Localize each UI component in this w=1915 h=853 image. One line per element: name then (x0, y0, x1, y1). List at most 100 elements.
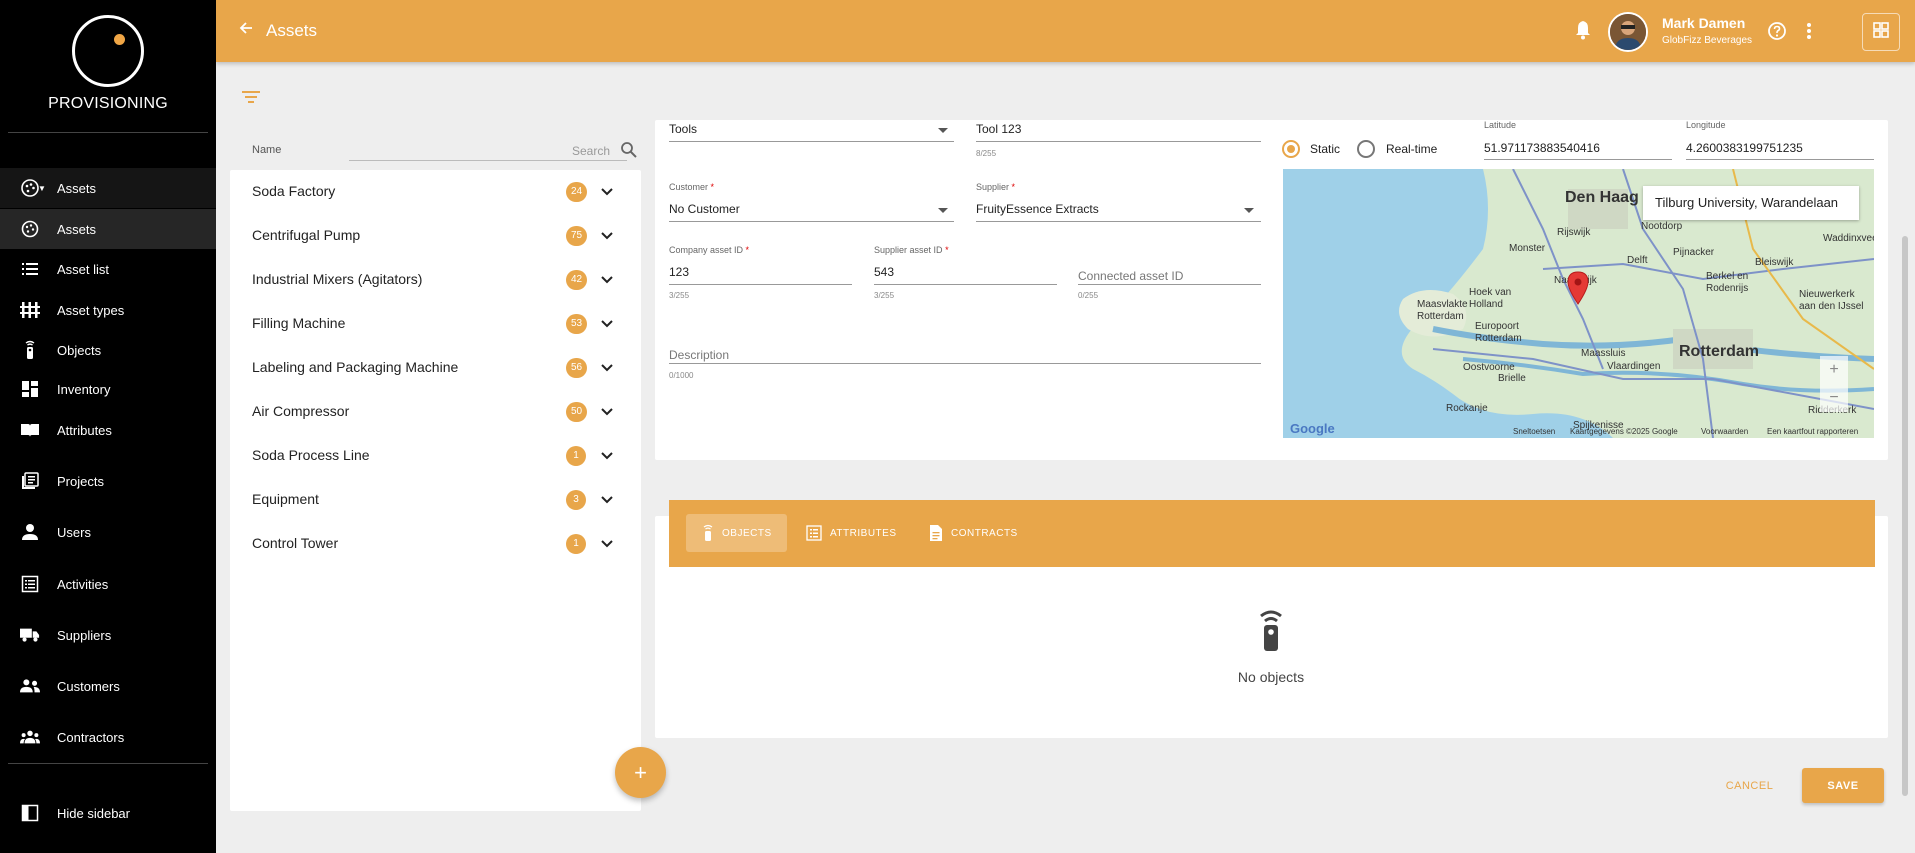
map-label: Rotterdam (1679, 343, 1760, 360)
chevron-down-icon[interactable] (600, 184, 614, 203)
sidebar-item-contractors[interactable]: Contractors (0, 717, 216, 757)
notifications-bell-icon[interactable] (1574, 20, 1592, 45)
realtime-label: Real-time (1386, 142, 1438, 156)
filter-icon[interactable] (242, 90, 260, 109)
company-asset-id-label: Company asset ID * (669, 245, 750, 255)
map-shortcuts-link[interactable]: Sneltoetsen (1513, 427, 1555, 436)
top-bar: Assets Mark Damen GlobFizz Beverages (216, 0, 1915, 62)
sidebar-item-label: Suppliers (57, 627, 112, 643)
help-icon[interactable] (1767, 21, 1787, 46)
apps-grid-icon (1873, 21, 1889, 43)
sidebar-item-suppliers[interactable]: Suppliers (0, 615, 216, 655)
list-item[interactable]: Equipment 3 (230, 478, 641, 522)
sidebar-item-label: Objects (57, 342, 102, 358)
cancel-button[interactable]: CANCEL (1712, 770, 1787, 802)
realtime-radio[interactable] (1357, 140, 1375, 158)
list-item[interactable]: Control Tower 1 (230, 522, 641, 566)
map-place-tooltip: Tilburg University, Warandelaan (1643, 186, 1859, 220)
book-icon (20, 420, 40, 440)
chevron-down-icon[interactable] (600, 360, 614, 379)
receipt-icon (20, 574, 40, 594)
sidebar-item-activities[interactable]: Activities (0, 564, 216, 604)
static-radio[interactable] (1282, 140, 1300, 158)
name-column-header[interactable]: Name (252, 144, 281, 156)
static-label: Static (1310, 142, 1341, 156)
avatar[interactable] (1608, 12, 1648, 52)
chevron-down-icon[interactable] (600, 316, 614, 335)
asset-name: Equipment (252, 491, 319, 507)
chevron-down-icon[interactable] (600, 228, 614, 247)
supplier-label: Supplier * (976, 182, 1016, 192)
asset-name: Soda Factory (252, 183, 336, 199)
divider (8, 132, 208, 133)
tab-objects[interactable]: OBJECTS (686, 514, 787, 552)
scrollbar[interactable] (1902, 236, 1908, 796)
count-badge: 1 (566, 534, 586, 554)
chevron-down-icon[interactable] (600, 448, 614, 467)
count-badge: 1 (566, 446, 586, 466)
map-label: Den Haag (1565, 189, 1639, 206)
map-terms-link[interactable]: Voorwaarden (1701, 427, 1748, 436)
sidebar-item-label: Assets (57, 221, 97, 237)
supplier-asset-id-label: Supplier asset ID * (874, 245, 949, 255)
user-company: GlobFizz Beverages (1662, 35, 1753, 46)
map-label: Maassluis (1581, 348, 1626, 359)
tab-attributes[interactable]: ATTRIBUTES (790, 514, 900, 552)
sidebar-item-projects[interactable]: Projects (0, 461, 216, 501)
map-zoom-control: + − (1820, 356, 1848, 412)
sidebar-item-attributes[interactable]: Attributes (0, 410, 216, 450)
tab-contracts[interactable]: CONTRACTS (913, 514, 1028, 552)
page-title: Assets (266, 21, 318, 40)
app-logo[interactable]: PROVISIONING (0, 15, 216, 113)
sidebar-item-asset-types[interactable]: Asset types (0, 290, 216, 330)
sidebar-group-assets[interactable]: ▼ Assets (0, 168, 216, 208)
customer-value: No Customer (669, 202, 740, 216)
map-data-label: Kaartgegevens ©2025 Google (1570, 427, 1678, 436)
empty-state-text: No objects (1237, 669, 1305, 685)
list-item[interactable]: Filling Machine 53 (230, 302, 641, 346)
asset-name: Air Compressor (252, 403, 350, 419)
zoom-out-button[interactable]: − (1820, 384, 1848, 412)
dashboard-icon (20, 379, 40, 399)
list-item[interactable]: Centrifugal Pump 75 (230, 214, 641, 258)
chevron-down-icon[interactable] (600, 536, 614, 555)
chevron-down-icon[interactable] (600, 492, 614, 511)
list-item[interactable]: Soda Process Line 1 (230, 434, 641, 478)
sidebar-item-objects[interactable]: Objects (0, 330, 216, 370)
zoom-in-button[interactable]: + (1820, 356, 1848, 384)
asset-name: Centrifugal Pump (252, 227, 361, 243)
person-icon (20, 522, 40, 542)
sidebar-item-inventory[interactable]: Inventory (0, 369, 216, 409)
map-report-link[interactable]: Een kaartfout rapporteren (1767, 427, 1858, 436)
map-pin-icon[interactable] (1566, 271, 1590, 310)
add-asset-button[interactable]: + (615, 747, 666, 798)
map-label: Nieuwerkerk aan den IJssel (1799, 289, 1864, 312)
back-arrow-icon[interactable] (238, 20, 254, 41)
save-button[interactable]: SAVE (1802, 768, 1884, 803)
list-item[interactable]: Air Compressor 50 (230, 390, 641, 434)
sidebar-item-users[interactable]: Users (0, 512, 216, 552)
map-label: Brielle (1498, 373, 1526, 384)
dropdown-arrow-icon (938, 208, 948, 213)
search-icon[interactable] (620, 141, 638, 164)
sidebar-item-asset-list[interactable]: Asset list (0, 249, 216, 289)
chevron-down-icon[interactable] (600, 272, 614, 291)
tab-label: OBJECTS (722, 527, 772, 539)
sidebar-item-customers[interactable]: Customers (0, 666, 216, 706)
list-item[interactable]: Labeling and Packaging Machine 56 (230, 346, 641, 390)
sidebar-item-label: Asset types (57, 302, 125, 318)
sidebar-item-label: Users (57, 524, 91, 540)
list-item[interactable]: Soda Factory 24 (230, 170, 641, 214)
more-vert-icon[interactable] (1806, 21, 1812, 46)
asset-name: Soda Process Line (252, 447, 370, 463)
sidebar-item-label: Inventory (57, 381, 111, 397)
count-badge: 24 (566, 182, 588, 202)
chevron-down-icon[interactable] (600, 404, 614, 423)
hide-sidebar-button[interactable]: Hide sidebar (0, 793, 216, 833)
list-item[interactable]: Industrial Mixers (Agitators) 42 (230, 258, 641, 302)
truck-icon (20, 625, 40, 645)
sidebar-item-assets[interactable]: Assets (0, 209, 216, 249)
apps-grid-button[interactable] (1862, 13, 1900, 51)
connected-asset-id-placeholder: Connected asset ID (1078, 269, 1184, 283)
asset-type-value: Tools (669, 122, 698, 136)
